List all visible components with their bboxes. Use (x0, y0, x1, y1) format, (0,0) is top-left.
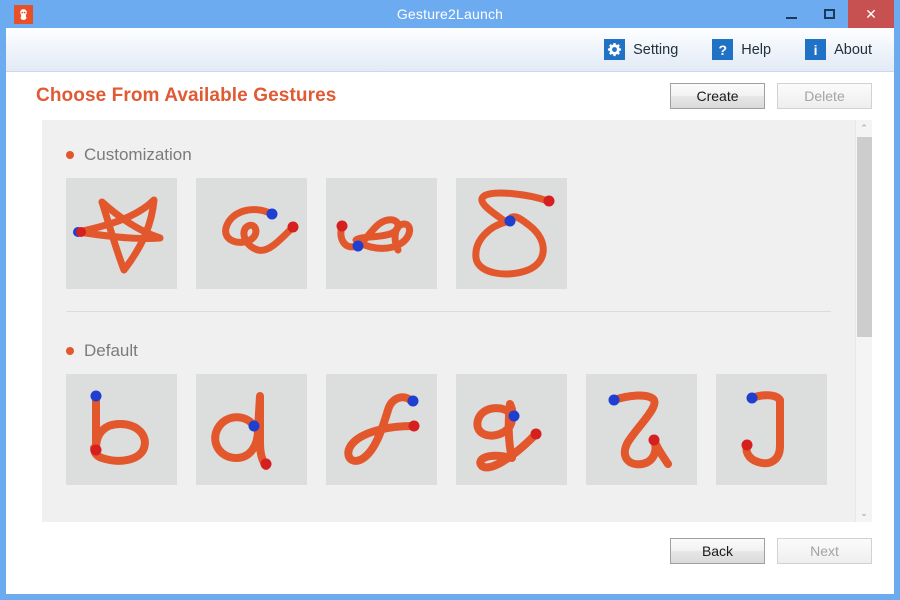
footer-actions: Back Next (6, 522, 894, 580)
group-title-default: Default (84, 341, 138, 360)
maximize-button[interactable] (810, 0, 848, 28)
gesture-tile-letter-u[interactable] (586, 374, 697, 485)
bullet-icon (66, 347, 74, 355)
app-window: Gesture2Launch ✕ Setting ? Help i About … (0, 0, 900, 600)
group-divider (66, 311, 831, 312)
toolbar-item-about[interactable]: i About (805, 39, 872, 60)
question-mark-icon: ? (712, 39, 734, 60)
gesture-tile-row-default (66, 374, 831, 485)
panel-scrollbar[interactable]: ⌃ ⌄ (855, 120, 872, 522)
gesture-panel: Customization Default ⌃ ⌄ (42, 120, 872, 522)
toolbar-item-help-label: Help (741, 41, 772, 58)
gesture-group-default: Default (42, 334, 855, 485)
gesture-tile-star[interactable] (66, 178, 177, 289)
back-button[interactable]: Back (670, 538, 765, 564)
scrollbar-track[interactable] (856, 137, 873, 505)
gesture-panel-content: Customization Default (42, 120, 855, 522)
gesture-tile-letter-d[interactable] (196, 374, 307, 485)
toolbar: Setting ? Help i About (6, 28, 894, 72)
title-bar: Gesture2Launch ✕ (6, 0, 894, 28)
scroll-up-arrow-icon[interactable]: ⌃ (856, 120, 873, 137)
gesture-tile-loop-delta[interactable] (456, 178, 567, 289)
gesture-tile-letter-f[interactable] (326, 374, 437, 485)
toolbar-item-help[interactable]: ? Help (712, 39, 771, 60)
delete-button: Delete (777, 83, 872, 109)
minimize-button[interactable] (772, 0, 810, 28)
maximize-icon (823, 9, 835, 19)
gesture-tile-wave-loop[interactable] (326, 178, 437, 289)
scrollbar-thumb[interactable] (856, 137, 872, 337)
scroll-down-arrow-icon[interactable]: ⌄ (856, 505, 873, 522)
header-actions: Create Delete (670, 83, 872, 109)
info-icon: i (805, 39, 827, 60)
toolbar-item-setting-label: Setting (633, 41, 679, 58)
toolbar-item-setting[interactable]: Setting (604, 39, 678, 60)
group-header-customization: Customization (66, 138, 831, 172)
bullet-icon (66, 151, 74, 159)
gesture-tile-row-customization (66, 178, 831, 289)
minimize-icon (785, 16, 797, 19)
gesture-tile-letter-j[interactable] (716, 374, 827, 485)
page-title: Choose From Available Gestures (36, 85, 337, 106)
toolbar-item-about-label: About (834, 41, 872, 58)
page-header: Choose From Available Gestures Create De… (6, 72, 894, 120)
gesture-tile-letter-b[interactable] (66, 374, 177, 485)
close-button[interactable]: ✕ (848, 0, 894, 28)
window-controls: ✕ (772, 0, 894, 28)
gear-icon (604, 39, 626, 60)
create-button[interactable]: Create (670, 83, 765, 109)
gesture-tile-squiggle-right[interactable] (196, 178, 307, 289)
window-title: Gesture2Launch (396, 6, 504, 22)
gesture-tile-letter-g[interactable] (456, 374, 567, 485)
group-title-customization: Customization (84, 145, 192, 164)
group-header-default: Default (66, 334, 831, 368)
next-button: Next (777, 538, 872, 564)
gesture-group-customization: Customization (42, 138, 855, 289)
